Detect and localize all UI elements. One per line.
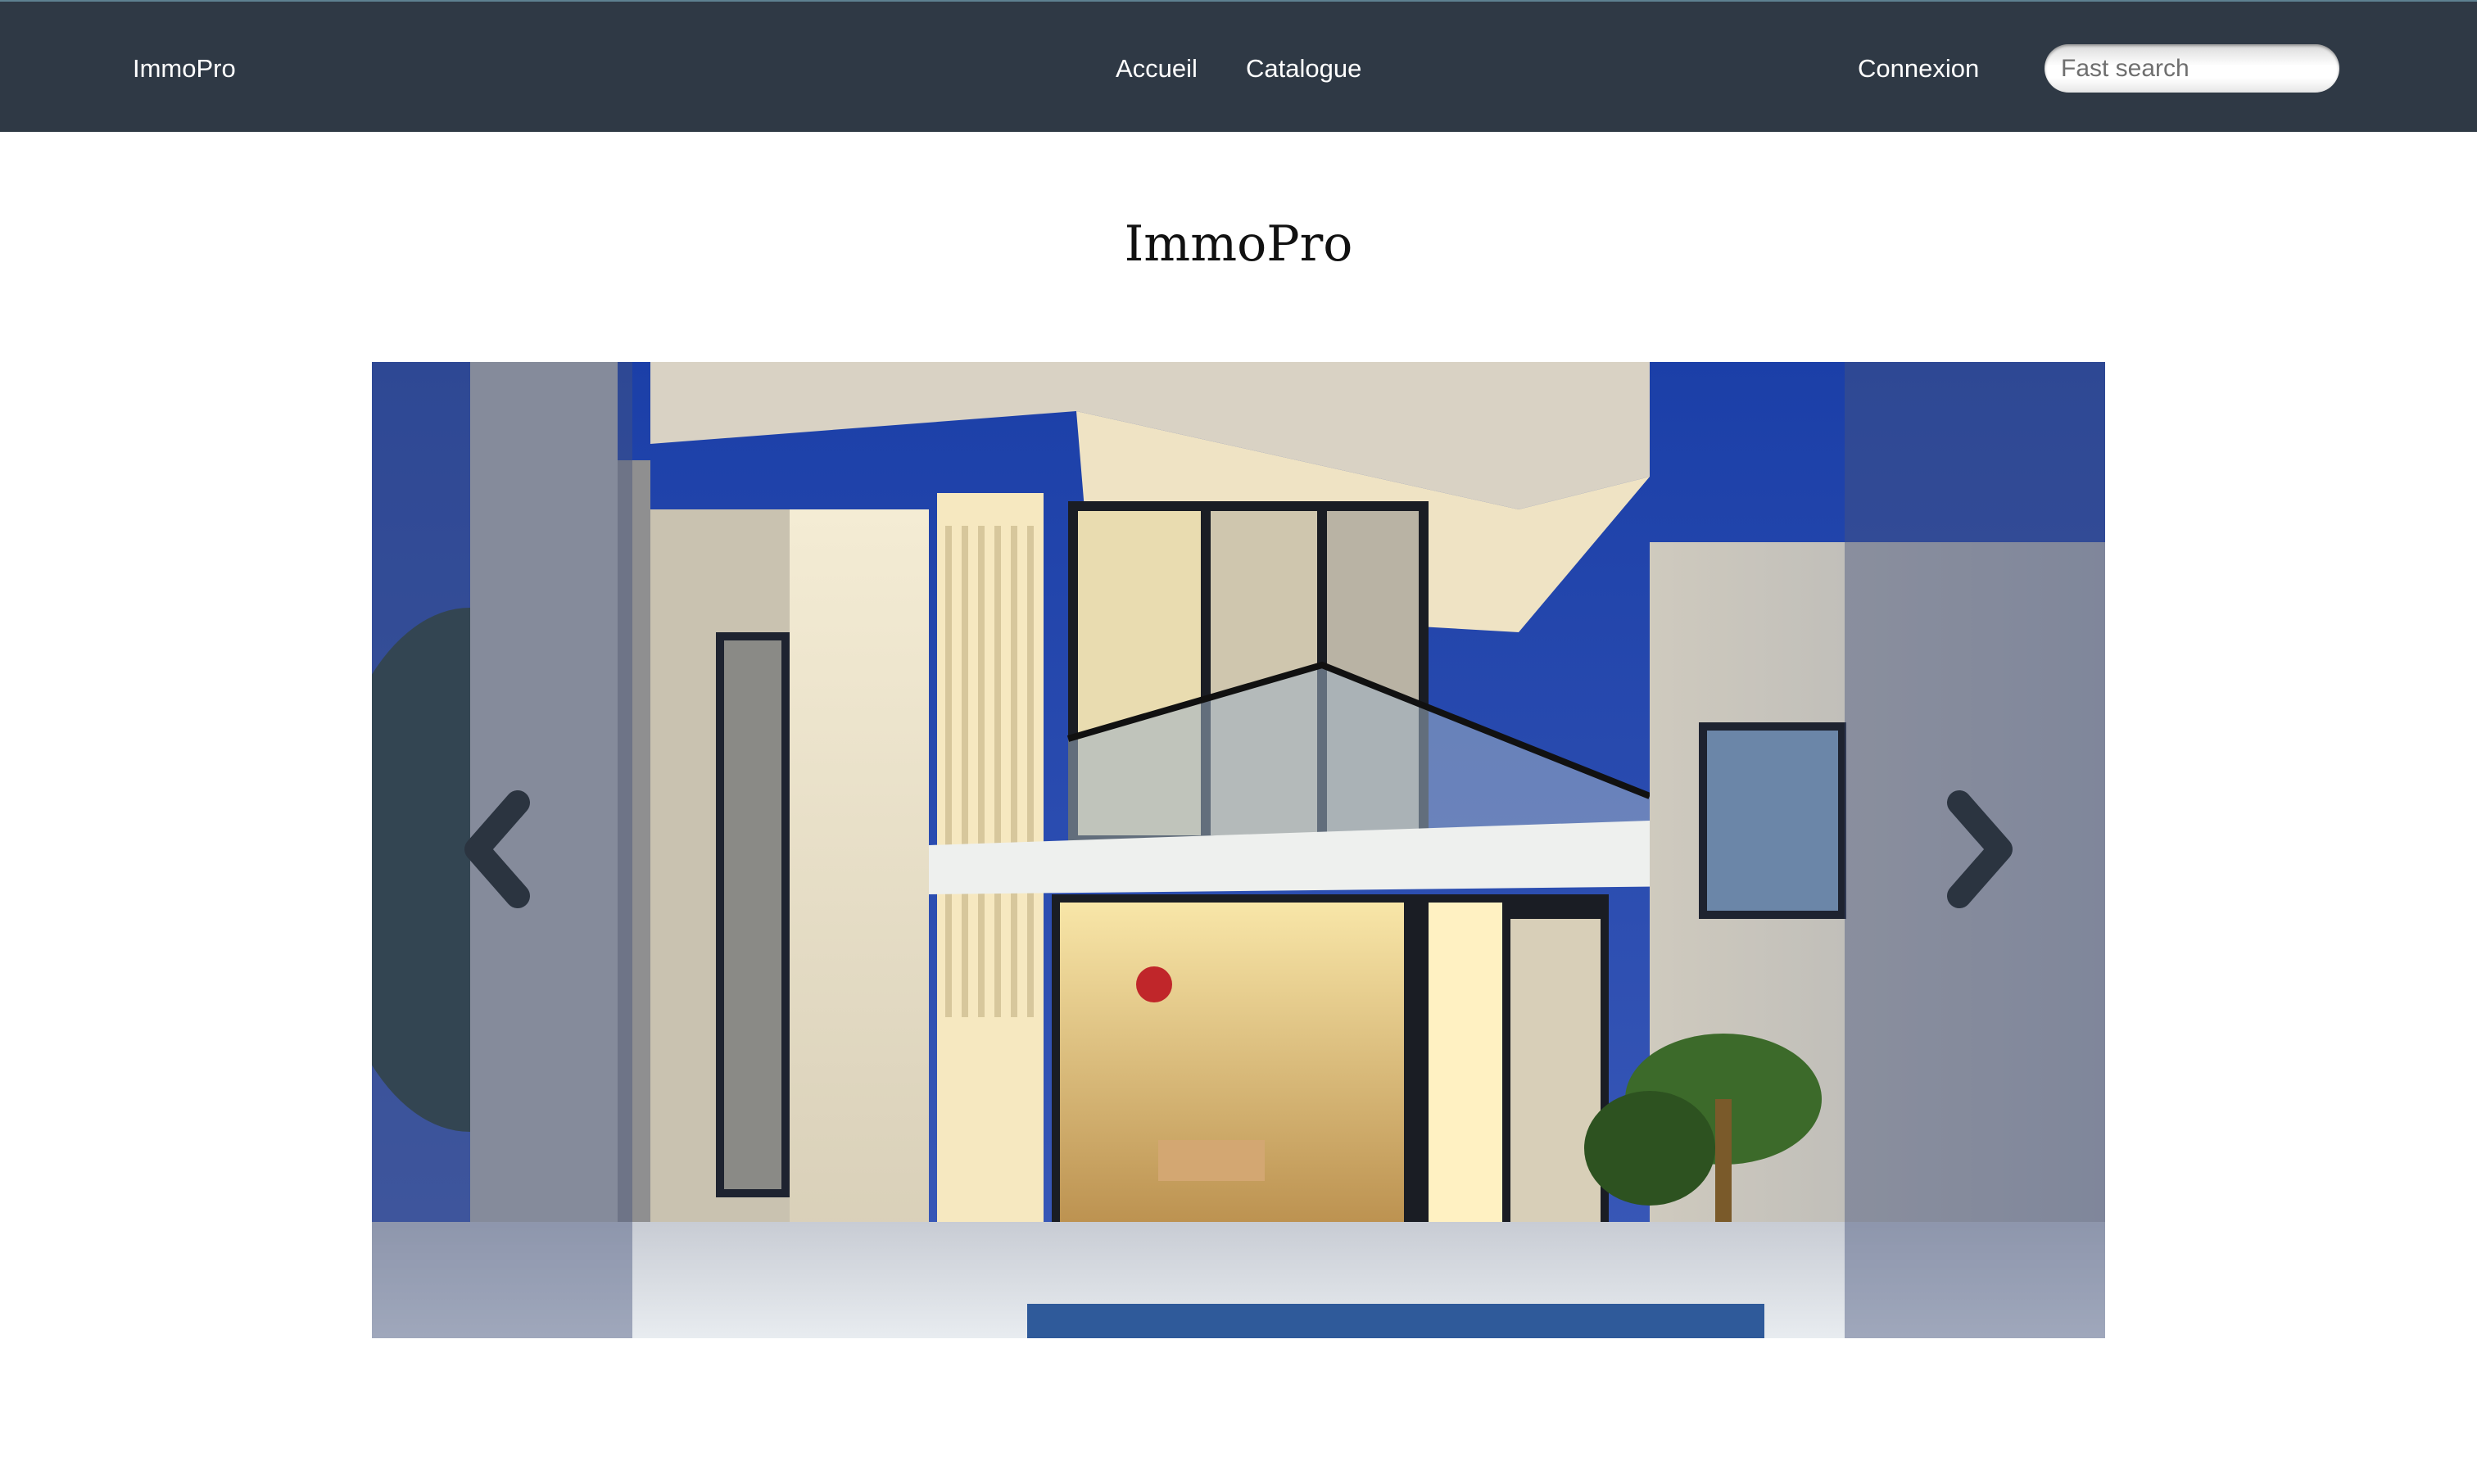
nav-link-catalogue[interactable]: Catalogue bbox=[1246, 52, 1361, 85]
fast-search-input[interactable] bbox=[2045, 44, 2339, 93]
page-title: ImmoPro bbox=[1124, 215, 1353, 273]
brand-link[interactable]: ImmoPro bbox=[133, 52, 236, 85]
nav-link-connexion[interactable]: Connexion bbox=[1858, 52, 1979, 85]
chevron-left-icon[interactable] bbox=[454, 788, 544, 911]
top-navbar: ImmoPro Accueil Catalogue Connexion bbox=[0, 0, 2477, 132]
nav-link-accueil[interactable]: Accueil bbox=[1116, 52, 1198, 85]
image-carousel bbox=[372, 362, 2105, 1338]
chevron-right-icon[interactable] bbox=[1933, 788, 2023, 911]
